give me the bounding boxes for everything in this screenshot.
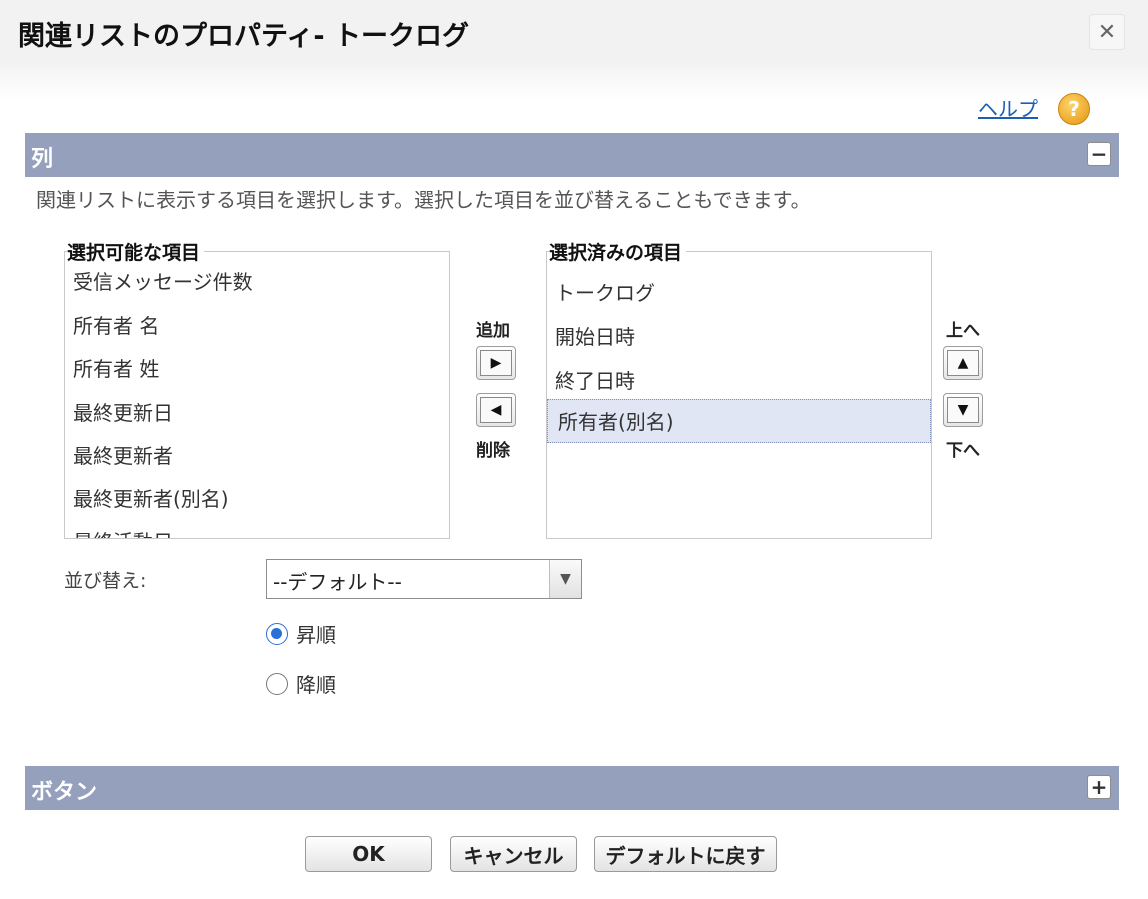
dialog-title: 関連リストのプロパティ- トークログ	[18, 21, 469, 52]
close-icon: ✕	[1097, 19, 1117, 45]
list-item[interactable]: 最終更新者(別名)	[73, 483, 229, 512]
descending-radio-row[interactable]: 降順	[266, 669, 336, 698]
list-item[interactable]: トークログ	[555, 277, 655, 306]
expand-buttons-button[interactable]: +	[1087, 775, 1111, 799]
down-label: 下へ	[946, 441, 980, 461]
selected-fields-label: 選択済みの項目	[549, 238, 687, 265]
columns-instructions: 関連リストに表示する項目を選択します。選択した項目を並び替えることもできます。	[36, 188, 811, 212]
descending-radio[interactable]	[266, 672, 288, 695]
close-button[interactable]: ✕	[1089, 14, 1125, 50]
columns-section-title: 列	[31, 147, 54, 172]
available-fields-label: 選択可能な項目	[67, 238, 205, 265]
list-item[interactable]: 最終活動日	[73, 526, 173, 538]
columns-section-header: 列 −	[25, 133, 1119, 177]
titlebar-shadow	[0, 66, 1148, 100]
selected-fields-list[interactable]: トークログ 開始日時 終了日時 所有者(別名)	[546, 251, 932, 539]
up-label: 上へ	[946, 321, 980, 341]
move-up-button[interactable]: ▲	[943, 346, 983, 380]
chevron-down-icon[interactable]: ▼	[549, 560, 581, 598]
move-down-button[interactable]: ▼	[943, 393, 983, 427]
sort-label: 並び替え:	[64, 570, 147, 592]
list-item[interactable]: 所有者 姓	[73, 353, 159, 382]
buttons-section-header: ボタン +	[25, 766, 1119, 810]
help-link[interactable]: ヘルプ	[978, 93, 1038, 122]
list-item[interactable]: 最終更新者	[73, 440, 173, 469]
dialog-titlebar: 関連リストのプロパティ- トークログ ✕	[0, 0, 1148, 67]
sort-select-value: --デフォルト--	[273, 570, 402, 594]
buttons-section-title: ボタン	[31, 780, 98, 805]
selected-list-item[interactable]: 所有者(別名)	[547, 399, 931, 443]
remove-label: 削除	[476, 441, 510, 461]
ascending-label: 昇順	[296, 623, 336, 647]
ok-button[interactable]: OK	[305, 836, 432, 872]
list-item[interactable]: 最終更新日	[73, 397, 173, 426]
add-label: 追加	[476, 321, 510, 341]
available-fields-list[interactable]: 受信メッセージ件数 所有者 名 所有者 姓 最終更新日 最終更新者 最終更新者(…	[64, 251, 450, 539]
list-item[interactable]: 所有者 名	[73, 310, 159, 339]
question-circle-icon[interactable]: ?	[1058, 93, 1090, 125]
add-button[interactable]: ▶	[476, 346, 516, 380]
sort-select[interactable]: --デフォルト-- ▼	[266, 559, 582, 599]
ascending-radio[interactable]	[266, 622, 288, 645]
descending-label: 降順	[296, 673, 336, 697]
arrow-right-icon: ▶	[490, 355, 502, 371]
ascending-radio-row[interactable]: 昇順	[266, 619, 336, 648]
remove-button[interactable]: ◀	[476, 393, 516, 427]
list-item[interactable]: 終了日時	[555, 365, 635, 394]
arrow-down-icon: ▼	[957, 402, 969, 418]
cancel-button[interactable]: キャンセル	[450, 836, 577, 872]
restore-default-button[interactable]: デフォルトに戻す	[594, 836, 777, 872]
list-item[interactable]: 開始日時	[555, 321, 635, 350]
arrow-up-icon: ▲	[957, 355, 969, 371]
collapse-columns-button[interactable]: −	[1087, 142, 1111, 166]
list-item[interactable]: 受信メッセージ件数	[73, 266, 253, 295]
arrow-left-icon: ◀	[490, 402, 502, 418]
